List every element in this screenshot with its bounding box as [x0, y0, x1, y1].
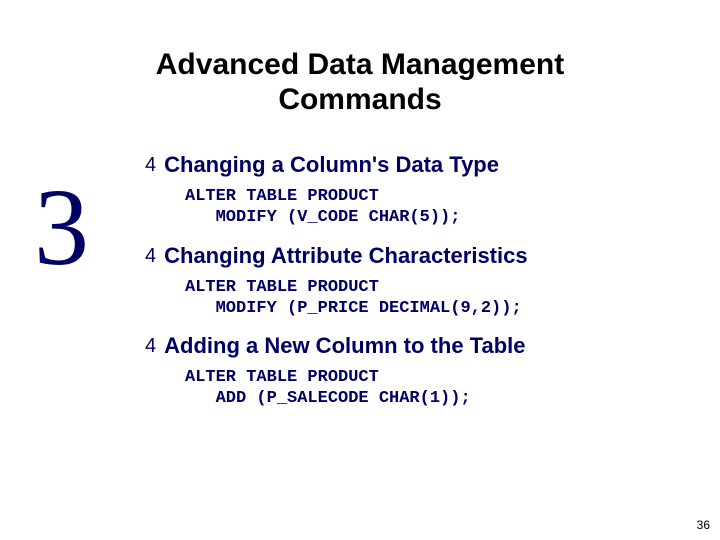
bullet-icon: 4: [145, 333, 156, 359]
bullet-item: 4 Changing a Column's Data Type: [145, 152, 685, 178]
bullet-icon: 4: [145, 243, 156, 269]
bullet-text: Changing a Column's Data Type: [164, 152, 499, 178]
bullet-text: Adding a New Column to the Table: [164, 333, 525, 359]
chapter-number: 3: [34, 172, 89, 282]
code-block: ALTER TABLE PRODUCT ADD (P_SALECODE CHAR…: [185, 367, 685, 410]
slide-title: Advanced Data ManagementCommands: [0, 48, 720, 117]
code-block: ALTER TABLE PRODUCT MODIFY (V_CODE CHAR(…: [185, 186, 685, 229]
bullet-item: 4 Adding a New Column to the Table: [145, 333, 685, 359]
content-area: 4 Changing a Column's Data Type ALTER TA…: [145, 150, 685, 424]
bullet-icon: 4: [145, 152, 156, 178]
bullet-item: 4 Changing Attribute Characteristics: [145, 243, 685, 269]
code-block: ALTER TABLE PRODUCT MODIFY (P_PRICE DECI…: [185, 277, 685, 320]
bullet-text: Changing Attribute Characteristics: [164, 243, 527, 269]
slide: Advanced Data ManagementCommands 3 4 Cha…: [0, 0, 720, 540]
page-number: 36: [697, 518, 710, 532]
